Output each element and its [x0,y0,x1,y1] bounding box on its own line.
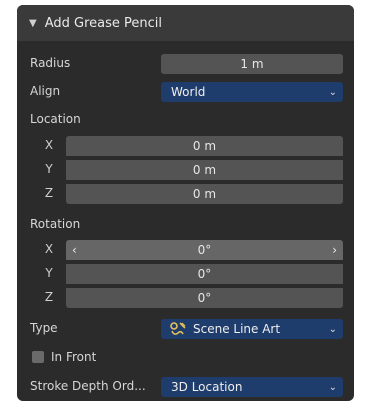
location-z-value: 0 m [192,187,217,201]
stroke-depth-order-dropdown[interactable]: 3D Location ⌄ [161,377,343,397]
rotation-z-field[interactable]: 0° [66,288,343,308]
stroke-depth-order-label: Stroke Depth Ord... [30,379,146,393]
type-value: Scene Line Art [193,322,281,336]
in-front-checkbox[interactable] [32,351,44,363]
radius-field[interactable]: 1 m [161,54,343,74]
location-x-value: 0 m [192,139,217,153]
align-label: Align [30,84,61,98]
rotation-y-label: Y [45,266,53,280]
location-z-label: Z [44,186,54,200]
rotation-z-value: 0° [197,291,212,305]
location-label: Location [30,112,81,126]
location-y-label: Y [45,162,53,176]
rotation-y-value: 0° [197,267,212,281]
location-x-label: X [44,138,54,152]
location-y-field[interactable]: 0 m [66,160,343,180]
chevron-down-icon: ⌄ [328,323,337,335]
chevron-down-icon: ⌄ [328,86,337,98]
type-dropdown[interactable]: Scene Line Art ⌄ [161,319,343,339]
rotation-label: Rotation [30,217,81,231]
stroke-depth-order-value: 3D Location [171,380,243,394]
rotation-y-field[interactable]: 0° [66,264,343,284]
location-y-value: 0 m [192,163,217,177]
grease-pencil-line-art-icon [170,322,186,335]
collapse-triangle-icon[interactable]: ▼ [29,18,37,29]
chevron-down-icon: ⌄ [328,381,337,393]
increment-arrow-icon[interactable]: › [332,240,337,260]
rotation-x-field[interactable]: ‹ 0° › [66,240,343,260]
in-front-label: In Front [51,350,97,364]
radius-value: 1 m [240,57,264,71]
radius-label: Radius [30,56,71,70]
panel-title: Add Grease Pencil [44,15,162,31]
location-x-field[interactable]: 0 m [66,136,343,156]
type-label: Type [30,321,58,335]
rotation-z-label: Z [44,290,54,304]
align-dropdown[interactable]: World ⌄ [161,82,343,102]
decrement-arrow-icon[interactable]: ‹ [72,240,77,260]
align-value: World [171,85,206,99]
add-grease-pencil-panel: ▼ Add Grease Pencil Radius 1 m Align Wor… [17,5,354,401]
rotation-x-value: 0° [197,243,212,257]
panel-header[interactable]: ▼ Add Grease Pencil [17,5,354,41]
rotation-x-label: X [44,242,54,256]
location-z-field[interactable]: 0 m [66,184,343,204]
